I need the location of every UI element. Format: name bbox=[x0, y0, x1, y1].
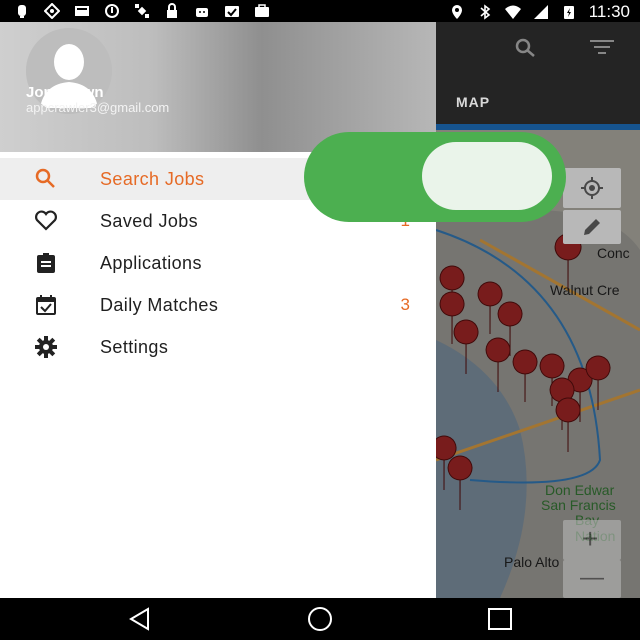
gear-icon bbox=[35, 336, 57, 358]
battery-charging-icon bbox=[563, 6, 574, 19]
update-icon bbox=[105, 4, 119, 18]
calendar-check-icon bbox=[36, 295, 56, 315]
recents-button[interactable] bbox=[486, 606, 514, 632]
user-email: appcrawler3@gmail.com bbox=[26, 100, 170, 115]
system-nav-bar bbox=[0, 598, 640, 640]
notification-icon bbox=[18, 5, 26, 18]
checklist-icon bbox=[225, 6, 239, 17]
status-bar-left-icons bbox=[14, 3, 270, 19]
android-icon bbox=[196, 8, 208, 17]
lock-icon bbox=[167, 3, 177, 18]
menu-item-settings[interactable]: Settings bbox=[0, 326, 436, 368]
bluetooth-icon bbox=[480, 4, 490, 20]
status-bar-right-icons: 11:30 bbox=[449, 2, 630, 22]
clipboard-icon bbox=[37, 253, 55, 273]
menu-item-badge: 3 bbox=[400, 295, 410, 314]
toggle-switch[interactable] bbox=[304, 132, 566, 222]
status-bar: 11:30 bbox=[0, 0, 640, 22]
user-name: Jon Brown bbox=[26, 84, 104, 101]
search-icon bbox=[35, 168, 55, 188]
status-time: 11:30 bbox=[588, 2, 630, 21]
satellite-icon bbox=[135, 4, 149, 18]
menu-item-label: Settings bbox=[100, 337, 169, 357]
location-icon bbox=[44, 3, 60, 19]
menu-item-label: Search Jobs bbox=[100, 169, 205, 189]
home-button[interactable] bbox=[306, 606, 334, 632]
storage-icon bbox=[75, 6, 89, 16]
menu-item-daily-matches[interactable]: Daily Matches 3 bbox=[0, 284, 436, 326]
menu-item-label: Saved Jobs bbox=[100, 211, 199, 231]
menu-item-applications[interactable]: Applications bbox=[0, 242, 436, 284]
location-pin-icon bbox=[451, 5, 462, 19]
menu-item-label: Applications bbox=[100, 253, 202, 273]
briefcase-icon bbox=[255, 4, 269, 17]
back-button[interactable] bbox=[126, 606, 154, 632]
heart-icon bbox=[35, 210, 57, 231]
navigation-drawer: Jon Brown appcrawler3@gmail.com Search J… bbox=[0, 22, 436, 598]
signal-icon bbox=[533, 5, 548, 19]
toggle-knob[interactable] bbox=[422, 142, 552, 210]
wifi-icon bbox=[504, 5, 521, 19]
menu-item-label: Daily Matches bbox=[100, 295, 219, 315]
